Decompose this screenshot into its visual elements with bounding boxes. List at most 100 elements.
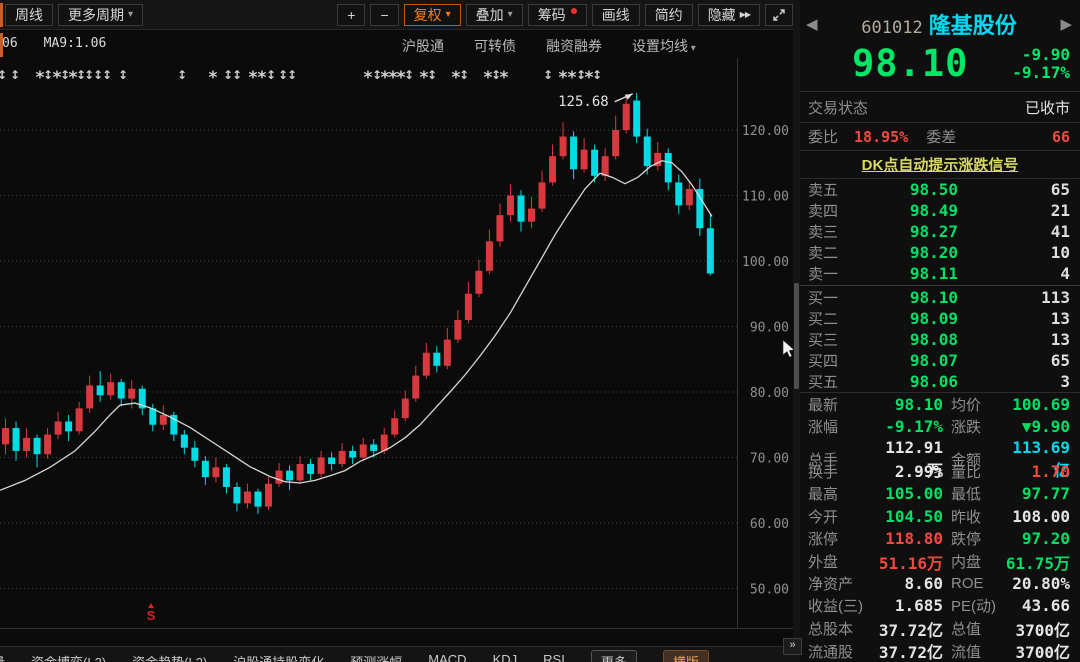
detail-row: 最新98.10均价100.69	[800, 393, 1080, 415]
indicator-tab[interactable]: 预测涨幅	[350, 652, 402, 662]
y-axis-tick: 80.00	[750, 386, 789, 401]
detail-label: 最低	[943, 483, 999, 504]
candle-body	[212, 467, 219, 477]
updown-marker-icon: ↕	[43, 68, 53, 82]
detail-label: 换手	[808, 461, 872, 482]
chart-subtoolbar: 06MA9:1.06 沪股通 可转债 融资融券 设置均线 ▾	[0, 30, 793, 58]
candle-body	[265, 484, 272, 507]
indicator-tab[interactable]: 沪股通持股变化	[233, 652, 324, 662]
ask-row[interactable]: 卖四98.4921	[800, 200, 1080, 221]
price-change: -9.90 -9.17%	[1012, 46, 1070, 82]
more-indicators-button[interactable]: 更多	[591, 650, 637, 662]
detail-value: 97.77	[999, 484, 1070, 503]
detail-label: 涨停	[808, 528, 872, 549]
weibi-row: 委比 18.95% 委差 66	[800, 123, 1080, 151]
ask-price: 98.20	[854, 243, 958, 262]
detail-value: 43.66	[999, 596, 1070, 615]
ask-label: 卖一	[808, 263, 854, 284]
candle-body	[233, 487, 240, 503]
next-stock-arrow[interactable]: ▶	[1060, 15, 1072, 33]
candle-body	[223, 467, 230, 487]
subtoolbar-link[interactable]: 可转债	[474, 36, 516, 56]
bid-row[interactable]: 买五98.063	[800, 371, 1080, 392]
detail-value: 3700亿	[999, 639, 1070, 662]
adjust-price-button[interactable]: 复权▾	[404, 4, 461, 26]
double-arrow-right-icon: ▶▶	[740, 10, 750, 19]
candle-body	[202, 461, 209, 477]
bid-volume: 13	[958, 330, 1070, 349]
candle-body	[381, 435, 388, 451]
y-axis-tick: 120.00	[742, 124, 789, 139]
fullscreen-button[interactable]	[765, 4, 793, 26]
updown-marker-icon: ↕	[592, 68, 602, 82]
bid-label: 买二	[808, 308, 854, 329]
ask-row[interactable]: 卖一98.114	[800, 263, 1080, 284]
subtoolbar-links: 沪股通 可转债 融资融券 设置均线 ▾	[402, 36, 696, 56]
ma9-legend: MA9:1.06	[44, 36, 107, 51]
more-periods-button[interactable]: 更多周期▾	[58, 4, 143, 26]
prev-stock-arrow[interactable]: ◀	[806, 15, 818, 33]
quote-header: ◀ 601012隆基股份 ▶ 98.10 -9.90 -9.17%	[800, 0, 1080, 92]
ask-row[interactable]: 卖三98.2741	[800, 221, 1080, 242]
bid-row[interactable]: 买二98.0913	[800, 308, 1080, 329]
detail-value: 105.00	[872, 484, 943, 503]
candle-body	[707, 228, 714, 273]
weicha-value: 66	[1052, 128, 1070, 146]
detail-value: 108.00	[999, 507, 1070, 526]
indicator-tab[interactable]: KDJ	[493, 652, 518, 662]
scrollbar-thumb[interactable]	[794, 283, 799, 389]
simple-mode-button[interactable]: 简约	[645, 4, 693, 26]
candlestick-svg[interactable]: 120.00110.00100.0090.0080.0070.0060.0050…	[0, 0, 793, 650]
detail-row: 最高105.00最低97.77	[800, 483, 1080, 505]
candle-body	[286, 471, 293, 481]
bid-row[interactable]: 买一98.10113	[800, 287, 1080, 308]
zoom-out-button[interactable]: −	[370, 4, 398, 26]
detail-row: 外盘51.16万内盘61.75万	[800, 550, 1080, 572]
bid-row[interactable]: 买四98.0765	[800, 350, 1080, 371]
more-tabs-button[interactable]: »	[783, 638, 802, 655]
candle-body	[276, 471, 283, 484]
updown-marker-icon: ↕	[543, 68, 553, 82]
indicator-tab[interactable]: RSI	[543, 652, 565, 662]
indicator-tab[interactable]: 资金趋势(L2)	[132, 652, 207, 662]
kline-chart[interactable]: 120.00110.00100.0090.0080.0070.0060.0050…	[0, 0, 793, 650]
draw-line-button[interactable]: 画线	[592, 4, 640, 26]
ma-legend: 06MA9:1.06	[2, 36, 132, 51]
indicator-tab[interactable]: 资金博弈(L2)	[31, 652, 106, 662]
detail-row: 涨停118.80跌停97.20	[800, 527, 1080, 549]
hide-button[interactable]: 隐藏▶▶	[698, 4, 760, 26]
candle-body	[107, 382, 114, 395]
chip-distribution-button[interactable]: 筹码	[528, 4, 587, 26]
dk-signal-link[interactable]: DK点自动提示涨跌信号	[862, 154, 1019, 175]
candle-body	[160, 415, 167, 425]
period-weekly-button[interactable]: 周线	[5, 4, 53, 26]
ask-price: 98.50	[854, 180, 958, 199]
candle-body	[2, 428, 9, 444]
bid-row[interactable]: 买三98.0813	[800, 329, 1080, 350]
indicator-tab-partial[interactable]: 成交量	[0, 652, 5, 662]
bid-label: 买一	[808, 287, 854, 308]
candle-body	[65, 421, 72, 431]
weibi-label: 委比	[808, 126, 838, 147]
detail-label: 最高	[808, 483, 872, 504]
subtoolbar-link[interactable]: 设置均线 ▾	[632, 36, 696, 56]
star-marker-icon: *	[500, 68, 509, 88]
layout-switch-button[interactable]: 横版	[663, 650, 709, 662]
overlay-button[interactable]: 叠加▾	[466, 4, 523, 26]
subtoolbar-link[interactable]: 沪股通	[402, 36, 444, 56]
candle-body	[349, 451, 356, 458]
candle-body	[665, 153, 672, 182]
candle-body	[254, 492, 261, 507]
zoom-in-button[interactable]: +	[337, 4, 365, 26]
indicator-tab[interactable]: MACD	[428, 652, 466, 662]
detail-label: 涨幅	[808, 416, 872, 437]
panel-scrollbar[interactable]	[793, 0, 800, 662]
ask-volume: 41	[958, 222, 1070, 241]
fullscreen-icon	[772, 8, 786, 22]
ask-row[interactable]: 卖五98.5065	[800, 179, 1080, 200]
star-marker-icon: *	[559, 68, 568, 88]
subtoolbar-link[interactable]: 融资融券	[546, 36, 602, 56]
chevron-down-icon: ▾	[508, 9, 513, 20]
ask-row[interactable]: 卖二98.2010	[800, 242, 1080, 263]
dk-signal-row: DK点自动提示涨跌信号	[800, 151, 1080, 179]
